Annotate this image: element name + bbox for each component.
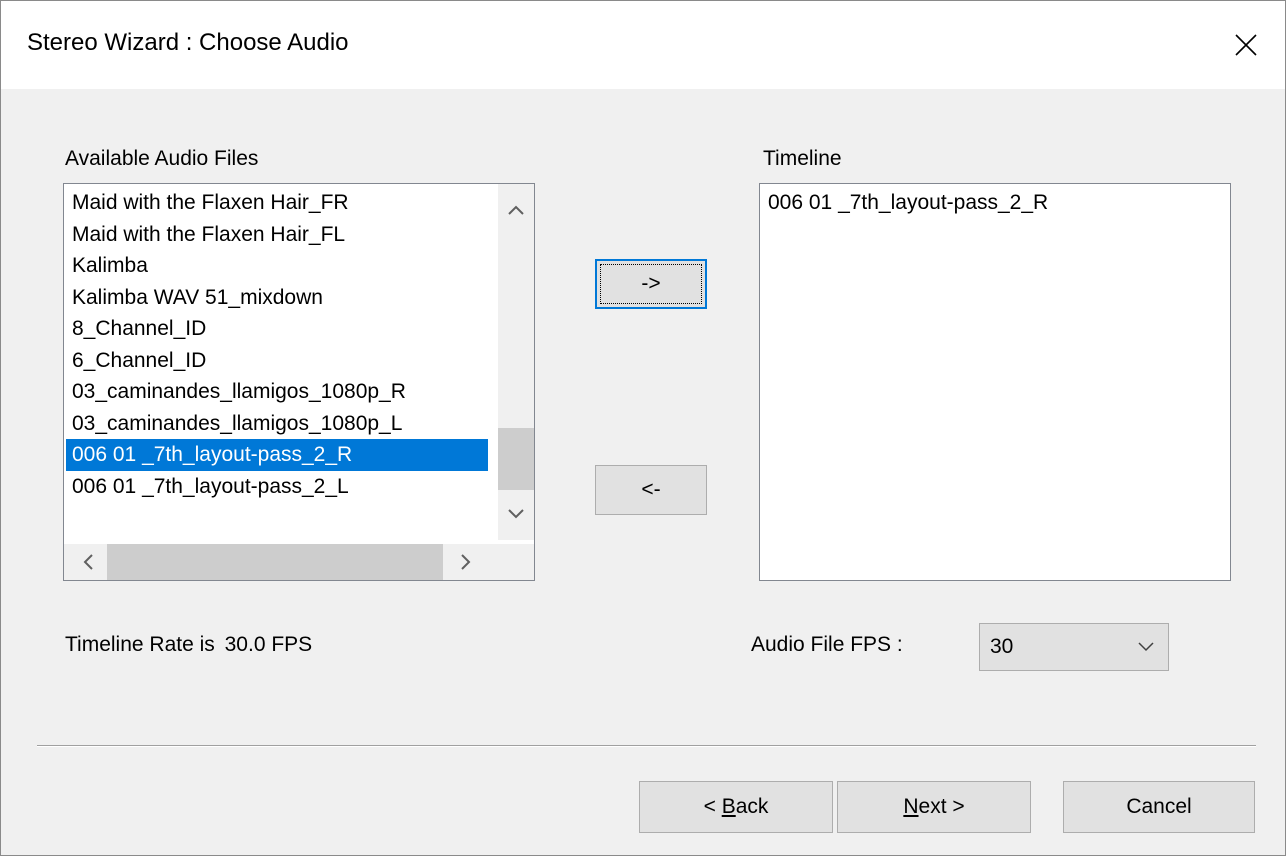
remove-button-label: <- — [641, 478, 661, 501]
timeline-rate-text: Timeline Rate is 30.0 FPS — [65, 633, 312, 657]
available-file-item[interactable]: 006 01 _7th_layout-pass_2_L — [66, 471, 488, 503]
horizontal-scrollbar[interactable] — [64, 544, 534, 580]
chevron-down-icon — [508, 509, 524, 519]
stereo-wizard-dialog: Stereo Wizard : Choose Audio Available A… — [0, 0, 1286, 856]
add-to-timeline-button[interactable]: -> — [595, 259, 707, 309]
available-files-listbox[interactable]: Maid with the Flaxen Hair_FR Maid with th… — [63, 183, 535, 581]
cancel-button[interactable]: Cancel — [1063, 781, 1255, 833]
timeline-rate-label: Timeline Rate is — [65, 633, 215, 656]
audio-fps-label: Audio File FPS : — [751, 633, 903, 656]
timeline-listbox[interactable]: 006 01 _7th_layout-pass_2_R — [759, 183, 1231, 581]
back-button[interactable]: < Back — [639, 781, 833, 833]
available-file-item[interactable]: Maid with the Flaxen Hair_FL — [66, 219, 488, 251]
separator-line — [37, 745, 1256, 747]
back-button-label: < Back — [703, 795, 769, 818]
available-file-item[interactable]: 03_caminandes_llamigos_1080p_L — [66, 408, 488, 440]
timeline-label: Timeline — [763, 147, 842, 170]
available-file-item[interactable]: 03_caminandes_llamigos_1080p_R — [66, 376, 488, 408]
chevron-down-icon — [1138, 642, 1154, 652]
scroll-up-button[interactable] — [498, 192, 534, 228]
available-file-item[interactable]: Kalimba WAV 51_mixdown — [66, 282, 488, 314]
next-button[interactable]: Next > — [837, 781, 1031, 833]
timeline-rate-unit: FPS — [271, 633, 313, 656]
available-file-item[interactable]: Maid with the Flaxen Hair_FR — [66, 187, 488, 219]
scroll-down-button[interactable] — [498, 496, 534, 532]
chevron-right-icon — [461, 554, 471, 570]
timeline-list: 006 01 _7th_layout-pass_2_R — [762, 187, 1222, 567]
vertical-scroll-thumb[interactable] — [498, 428, 534, 490]
next-button-label: Next > — [903, 795, 965, 818]
timeline-item[interactable]: 006 01 _7th_layout-pass_2_R — [762, 187, 1222, 219]
dialog-title: Stereo Wizard : Choose Audio — [27, 29, 349, 56]
close-icon — [1235, 34, 1257, 56]
horizontal-scroll-thumb[interactable] — [107, 544, 443, 580]
available-file-item[interactable]: Kalimba — [66, 250, 488, 282]
chevron-left-icon — [83, 554, 93, 570]
available-file-item[interactable]: 8_Channel_ID — [66, 313, 488, 345]
available-file-item[interactable]: 006 01 _7th_layout-pass_2_R — [66, 439, 488, 471]
timeline-rate-value: 30.0 — [224, 633, 266, 656]
audio-fps-value: 30 — [990, 635, 1014, 658]
available-file-item[interactable]: 6_Channel_ID — [66, 345, 488, 377]
close-button[interactable] — [1207, 1, 1285, 89]
available-files-label: Available Audio Files — [65, 147, 259, 170]
chevron-up-icon — [508, 205, 524, 215]
focus-rectangle — [600, 264, 702, 304]
cancel-button-label: Cancel — [1126, 795, 1192, 818]
audio-fps-select[interactable]: 30 — [979, 623, 1169, 671]
scroll-right-button[interactable] — [448, 544, 484, 580]
available-files-list: Maid with the Flaxen Hair_FR Maid with th… — [66, 187, 488, 537]
scrollbar-corner — [498, 544, 534, 580]
vertical-scrollbar[interactable] — [498, 184, 534, 540]
title-bar: Stereo Wizard : Choose Audio — [1, 1, 1285, 89]
scroll-left-button[interactable] — [70, 544, 106, 580]
remove-from-timeline-button[interactable]: <- — [595, 465, 707, 515]
